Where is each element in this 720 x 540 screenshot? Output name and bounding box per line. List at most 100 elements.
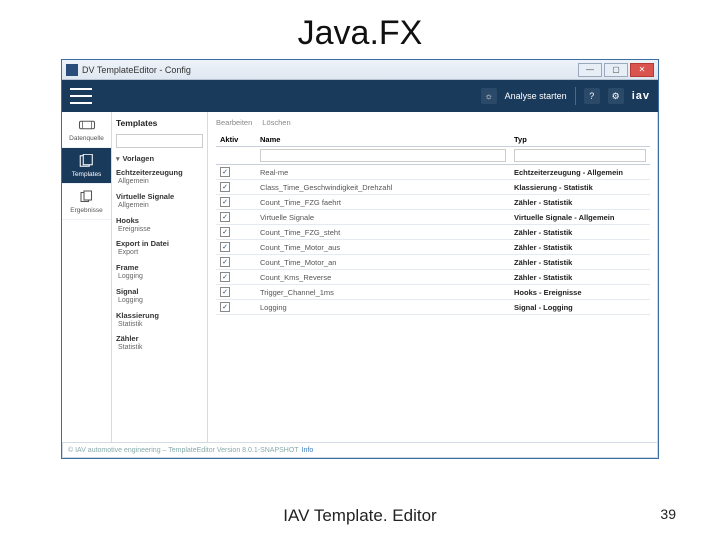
cell-type: Zähler - Statistik — [510, 240, 650, 255]
results-icon — [77, 189, 97, 205]
tree-group[interactable]: FrameLogging — [116, 263, 203, 282]
cell-name: Logging — [256, 300, 510, 315]
tree-group-item[interactable]: Allgemein — [116, 202, 203, 211]
separator — [575, 87, 576, 105]
cell-type: Klassierung - Statistik — [510, 180, 650, 195]
status-bar: © IAV automotive engineering – TemplateE… — [62, 442, 658, 458]
tree-group-item[interactable]: Logging — [116, 273, 203, 282]
tree-group-item[interactable]: Allgemein — [116, 178, 203, 187]
col-name[interactable]: Name — [256, 133, 510, 147]
cell-type: Virtuelle Signale - Allgemein — [510, 210, 650, 225]
table-row[interactable]: ✓Count_Time_Motor_anZähler - Statistik — [216, 255, 650, 270]
help-icon[interactable]: ? — [584, 88, 600, 104]
gear-icon[interactable]: ⚙ — [608, 88, 624, 104]
brand-logo: iav — [632, 90, 650, 102]
cell-type: Signal - Logging — [510, 300, 650, 315]
checkbox[interactable]: ✓ — [220, 272, 230, 282]
checkbox[interactable]: ✓ — [220, 227, 230, 237]
tree-group-head: Frame — [116, 263, 203, 272]
cell-name: Count_Time_Motor_an — [256, 255, 510, 270]
tree-group-head: Signal — [116, 287, 203, 296]
tree-group[interactable]: ▾Vorlagen — [116, 154, 203, 163]
delete-button[interactable]: Löschen — [262, 118, 290, 127]
window-close-button[interactable]: ✕ — [630, 63, 654, 77]
rail-label: Datenquelle — [64, 135, 109, 142]
cell-name: Count_Time_FZG faehrt — [256, 195, 510, 210]
rail-label: Templates — [64, 171, 109, 178]
table-row[interactable]: ✓Count_Time_FZG faehrtZähler - Statistik — [216, 195, 650, 210]
tree-group[interactable]: Virtuelle SignaleAllgemein — [116, 192, 203, 211]
table-row[interactable]: ✓ Real-meEchtzeiterzeugung - Allgemein — [216, 165, 650, 180]
rail-item-templates[interactable]: Templates — [62, 148, 111, 184]
table-row[interactable]: ✓ Class_Time_Geschwindigkeit_DrehzahlKlas… — [216, 180, 650, 195]
app-topbar: ☼ Analyse starten ? ⚙ iav — [62, 80, 658, 112]
templates-icon — [77, 153, 97, 169]
cell-name: Class_Time_Geschwindigkeit_Drehzahl — [256, 180, 510, 195]
tree-group-head: Export in Datei — [116, 239, 203, 248]
rail-item-datenquelle[interactable]: Datenquelle — [62, 112, 111, 148]
table-row[interactable]: ✓ LoggingSignal - Logging — [216, 300, 650, 315]
cell-name: Virtuelle Signale — [256, 210, 510, 225]
table-row[interactable]: ✓ Virtuelle SignaleVirtuelle Signale - Al… — [216, 210, 650, 225]
tree-group-item[interactable]: Statistik — [116, 321, 203, 330]
checkbox[interactable]: ✓ — [220, 182, 230, 192]
checkbox[interactable]: ✓ — [220, 302, 230, 312]
checkbox[interactable]: ✓ — [220, 287, 230, 297]
tree-group-head: Hooks — [116, 216, 203, 225]
tree-group-item[interactable]: Export — [116, 249, 203, 258]
tree-group-head: Klassierung — [116, 311, 203, 320]
table-row[interactable]: ✓ Count_Time_FZG_stehtZähler - Statistik — [216, 225, 650, 240]
footer-text: © IAV automotive engineering – TemplateE… — [68, 447, 299, 454]
table-row[interactable]: ✓ Count_Time_Motor_ausZähler - Statistik — [216, 240, 650, 255]
menu-icon[interactable] — [70, 88, 92, 104]
tree-group-item[interactable]: Logging — [116, 297, 203, 306]
tree-group[interactable]: ZählerStatistik — [116, 334, 203, 353]
edit-button[interactable]: Bearbeiten — [216, 118, 252, 127]
cell-name: Count_Kms_Reverse — [256, 270, 510, 285]
checkbox[interactable]: ✓ — [220, 212, 230, 222]
tree-group-head: Zähler — [116, 334, 203, 343]
cell-name: Real-me — [256, 165, 510, 180]
filter-name-input[interactable] — [260, 149, 506, 162]
tree-group-item[interactable]: Statistik — [116, 344, 203, 353]
checkbox[interactable]: ✓ — [220, 197, 230, 207]
sun-icon[interactable]: ☼ — [481, 88, 497, 104]
tree-filter-input[interactable] — [116, 134, 203, 148]
tree-group-item[interactable]: Ereignisse — [116, 226, 203, 235]
window-maximize-button[interactable]: ▢ — [604, 63, 628, 77]
templates-table: Aktiv Name Typ ✓ Real-meEchtzeiterzeugung… — [216, 133, 650, 315]
cell-name: Trigger_Channel_1ms — [256, 285, 510, 300]
app-window: DV TemplateEditor - Config — ▢ ✕ ☼ Analy… — [61, 59, 659, 459]
tree-group-head: Virtuelle Signale — [116, 192, 203, 201]
col-type[interactable]: Typ — [510, 133, 650, 147]
left-rail: Datenquelle Templates Ergebnisse — [62, 112, 112, 442]
table-row[interactable]: ✓ Count_Kms_ReverseZähler - Statistik — [216, 270, 650, 285]
cell-type: Zähler - Statistik — [510, 225, 650, 240]
slide-title: Java.FX — [0, 0, 720, 59]
col-active[interactable]: Aktiv — [216, 133, 256, 147]
filter-type-input[interactable] — [514, 149, 646, 162]
analyse-button[interactable]: Analyse starten — [505, 91, 567, 101]
tree-group[interactable]: Export in DateiExport — [116, 239, 203, 258]
checkbox[interactable]: ✓ — [220, 257, 230, 267]
checkbox[interactable]: ✓ — [220, 167, 230, 177]
tree-group-head: Echtzeiterzeugung — [116, 168, 203, 177]
tree-group[interactable]: EchtzeiterzeugungAllgemein — [116, 168, 203, 187]
cell-name: Count_Time_Motor_aus — [256, 240, 510, 255]
tree-panel: Templates ▾VorlagenEchtzeiterzeugungAllg… — [112, 112, 208, 442]
rail-item-ergebnisse[interactable]: Ergebnisse — [62, 184, 111, 220]
table-row[interactable]: ✓ Trigger_Channel_1msHooks - Ereignisse — [216, 285, 650, 300]
cell-type: Hooks - Ereignisse — [510, 285, 650, 300]
caret-icon: ▾ — [116, 155, 120, 163]
cell-type: Zähler - Statistik — [510, 270, 650, 285]
tree-group[interactable]: KlassierungStatistik — [116, 311, 203, 330]
tree-group[interactable]: HooksEreignisse — [116, 216, 203, 235]
cell-type: Echtzeiterzeugung - Allgemein — [510, 165, 650, 180]
checkbox[interactable]: ✓ — [220, 242, 230, 252]
database-icon — [77, 117, 97, 133]
window-minimize-button[interactable]: — — [578, 63, 602, 77]
cell-name: Count_Time_FZG_steht — [256, 225, 510, 240]
footer-info-link[interactable]: Info — [302, 447, 314, 454]
rail-label: Ergebnisse — [64, 207, 109, 214]
tree-group[interactable]: SignalLogging — [116, 287, 203, 306]
